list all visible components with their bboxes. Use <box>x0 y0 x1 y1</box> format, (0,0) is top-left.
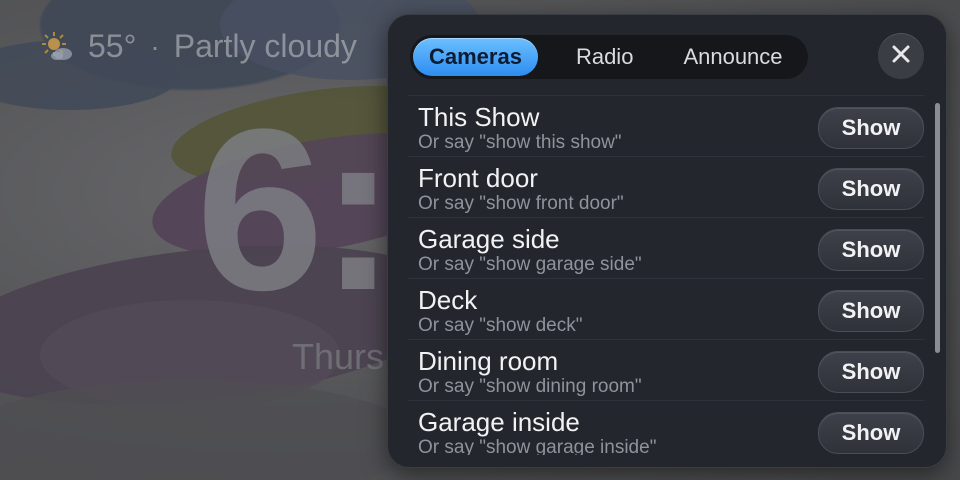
close-button[interactable] <box>878 33 924 79</box>
tab-bar: Cameras Radio Announce <box>410 35 808 79</box>
camera-list[interactable]: This Show Or say "show this show" Show F… <box>408 95 924 455</box>
camera-title: Garage side <box>418 224 560 254</box>
quick-controls-panel: Cameras Radio Announce This Show Or say … <box>387 14 947 468</box>
weather-condition-text: Partly cloudy <box>173 28 357 64</box>
voice-hint: Or say "show front door" <box>418 193 624 214</box>
camera-row-deck: Deck Or say "show deck" Show <box>408 278 924 339</box>
show-button[interactable]: Show <box>818 229 924 271</box>
show-button[interactable]: Show <box>818 412 924 454</box>
camera-title: Deck <box>418 285 478 315</box>
camera-row-garage-inside: Garage inside Or say "show garage inside… <box>408 400 924 455</box>
tab-cameras[interactable]: Cameras <box>413 38 538 76</box>
camera-row-front-door: Front door Or say "show front door" Show <box>408 156 924 217</box>
voice-hint: Or say "show dining room" <box>418 376 642 397</box>
voice-hint: Or say "show garage side" <box>418 254 642 275</box>
show-button[interactable]: Show <box>818 107 924 149</box>
show-button[interactable]: Show <box>818 168 924 210</box>
close-icon <box>891 44 911 68</box>
camera-title: This Show <box>418 102 540 132</box>
camera-row-this-show: This Show Or say "show this show" Show <box>408 95 924 156</box>
voice-hint: Or say "show deck" <box>418 315 583 336</box>
tab-announce[interactable]: Announce <box>667 38 798 76</box>
camera-title: Garage inside <box>418 407 580 437</box>
date-text: Thurs <box>292 336 385 377</box>
voice-hint: Or say "show this show" <box>418 132 622 153</box>
tab-radio[interactable]: Radio <box>560 38 649 76</box>
camera-row-dining-room: Dining room Or say "show dining room" Sh… <box>408 339 924 400</box>
camera-title: Dining room <box>418 346 559 376</box>
temperature-text: 55° <box>88 28 137 64</box>
camera-title: Front door <box>418 163 538 193</box>
voice-hint: Or say "show garage inside" <box>418 437 657 455</box>
partly-cloudy-icon <box>40 30 74 64</box>
list-scrollbar[interactable] <box>935 103 940 353</box>
camera-row-garage-side: Garage side Or say "show garage side" Sh… <box>408 217 924 278</box>
weather-summary: 55° · Partly cloudy <box>40 28 357 65</box>
show-button[interactable]: Show <box>818 351 924 393</box>
clock-time: 6: <box>196 81 397 338</box>
show-button[interactable]: Show <box>818 290 924 332</box>
separator-dot: · <box>150 30 160 62</box>
